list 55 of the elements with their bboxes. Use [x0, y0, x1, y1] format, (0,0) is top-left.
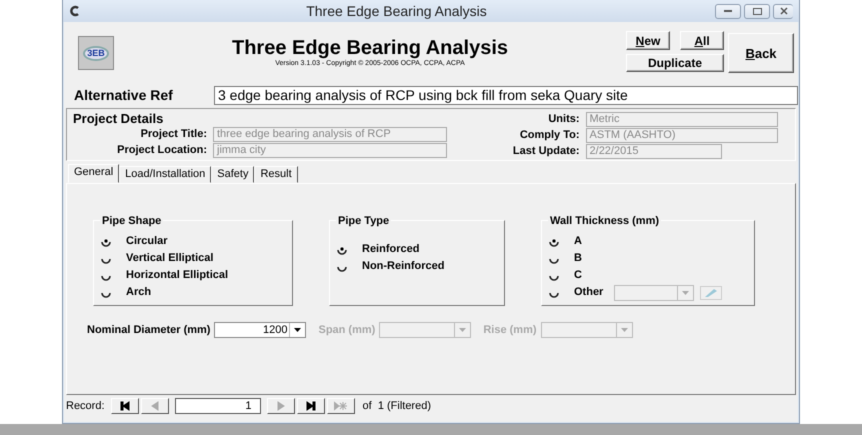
- record-count: of 1 (Filtered): [362, 398, 431, 414]
- back-button[interactable]: Back: [728, 33, 794, 73]
- field-label: Project Title:: [140, 126, 208, 142]
- option-label[interactable]: Vertical Elliptical: [126, 250, 214, 267]
- option-label[interactable]: Horizontal Elliptical: [126, 267, 228, 284]
- field-label: Units:: [547, 112, 581, 127]
- tab[interactable]: Safety: [211, 166, 254, 183]
- last-record-button[interactable]: [296, 398, 325, 414]
- pencil-icon: [704, 288, 718, 298]
- tab[interactable]: General: [68, 164, 120, 183]
- field-label: Project Location:: [116, 142, 208, 158]
- option-label[interactable]: Circular: [126, 233, 168, 250]
- close-icon: [780, 7, 788, 15]
- first-record-button[interactable]: [110, 398, 139, 414]
- field-label: Last Update:: [512, 144, 581, 159]
- group-title: Wall Thickness (mm): [548, 213, 662, 230]
- record-number-field[interactable]: 1: [174, 398, 261, 414]
- tab[interactable]: Result: [254, 166, 298, 183]
- dropdown-value: 1200: [262, 323, 288, 338]
- app-icon[interactable]: [69, 5, 81, 17]
- option-label[interactable]: Arch: [126, 284, 152, 301]
- dropdown[interactable]: 1200: [214, 322, 306, 338]
- option-label[interactable]: Non-Reinforced: [362, 258, 444, 275]
- field-label: Rise (mm): [483, 323, 537, 338]
- option-label[interactable]: B: [574, 250, 614, 267]
- previous-record-icon: [150, 401, 160, 411]
- maximize-button[interactable]: [744, 4, 770, 18]
- field-label: Span (mm): [318, 323, 376, 338]
- option-label[interactable]: A: [574, 233, 614, 250]
- section-title: Project Details: [73, 111, 164, 126]
- tab[interactable]: Load/Installation: [119, 166, 212, 183]
- minimize-icon: [724, 10, 732, 12]
- window-title: Three Edge Bearing Analysis: [305, 2, 488, 21]
- option-label[interactable]: Reinforced: [362, 241, 420, 258]
- next-record-icon: [276, 401, 286, 411]
- minimize-button[interactable]: [715, 4, 741, 18]
- logo-text: 3EB: [83, 46, 109, 60]
- maximize-icon: [752, 8, 762, 14]
- field-label: Alternative Ref: [74, 86, 174, 104]
- all-button[interactable]: All: [680, 31, 724, 50]
- duplicate-button[interactable]: Duplicate: [626, 54, 724, 72]
- first-record-icon: [120, 401, 130, 411]
- new-record-icon: [334, 401, 348, 411]
- option-label[interactable]: Other: [574, 284, 614, 301]
- new-button[interactable]: New: [626, 31, 670, 50]
- group-title: Pipe Type: [336, 213, 392, 230]
- record-label: Record:: [66, 398, 105, 414]
- option-label[interactable]: C: [574, 267, 614, 284]
- app-title: Three Edge Bearing Analysis: [230, 36, 509, 59]
- last-record-icon: [306, 401, 316, 411]
- close-button[interactable]: [773, 4, 793, 18]
- alternative-ref-field[interactable]: 3 edge bearing analysis of RCP using bck fill from seka Quary site: [214, 86, 798, 104]
- field-label: Nominal Diameter (mm): [87, 323, 210, 338]
- group-title: Pipe Shape: [100, 213, 164, 230]
- field-label: Comply To:: [518, 128, 581, 143]
